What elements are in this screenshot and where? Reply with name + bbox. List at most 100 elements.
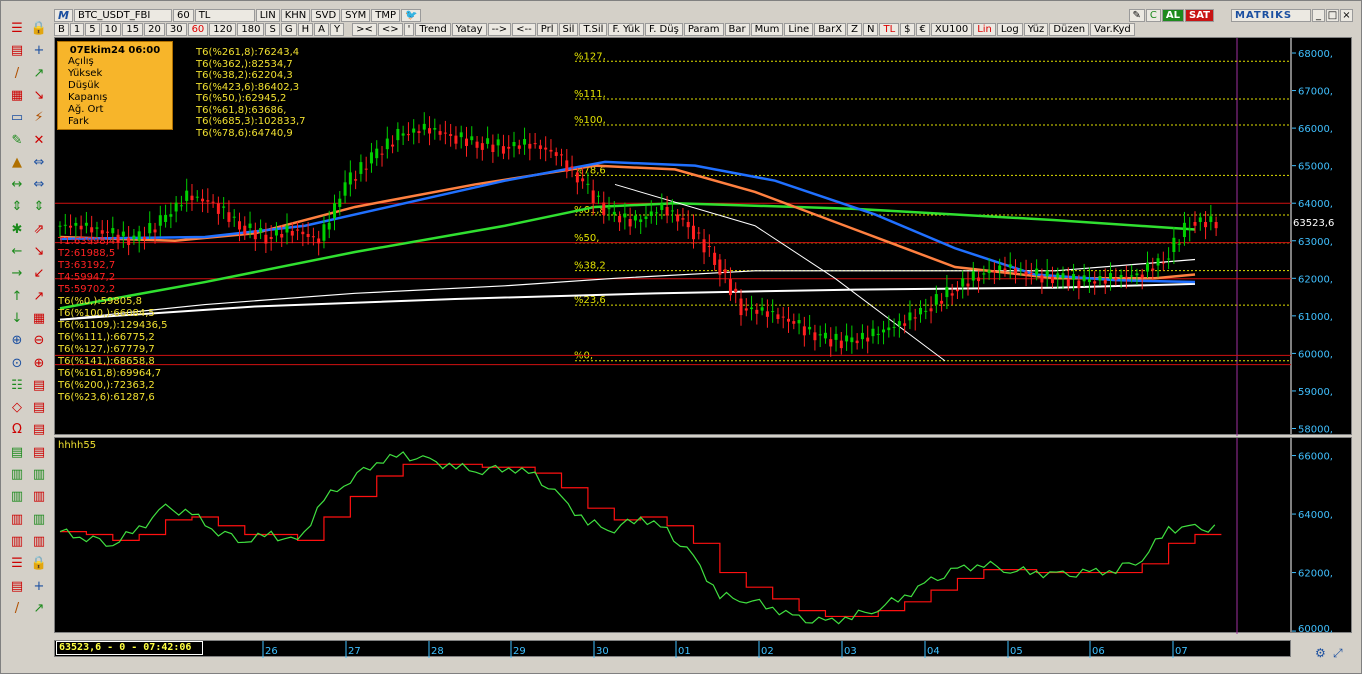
edit-icon[interactable]: ✎ xyxy=(1128,8,1145,22)
z-button[interactable]: Z xyxy=(847,23,862,36)
drawing-tool-icon[interactable]: ▥ xyxy=(8,511,26,529)
settings-icon[interactable]: ⚙ xyxy=(1315,646,1326,660)
fyuk-button[interactable]: F. Yük xyxy=(608,23,645,36)
drawing-tool-icon[interactable]: ✱ xyxy=(8,221,26,239)
tsil-button[interactable]: T.Sil xyxy=(579,23,608,36)
eur-button[interactable]: € xyxy=(915,23,930,36)
drawing-tool-icon[interactable]: ⇕ xyxy=(8,198,26,216)
drawing-tool-icon[interactable]: ↗ xyxy=(30,65,48,83)
symbol-field[interactable]: BTC_USDT_FBI xyxy=(73,8,172,22)
drawing-tool-icon[interactable]: ▤ xyxy=(8,578,26,596)
trend-button[interactable]: Trend xyxy=(415,23,451,36)
drawing-tool-icon[interactable]: ▥ xyxy=(30,511,48,529)
drawing-tool-icon[interactable]: ▤ xyxy=(30,444,48,462)
drawing-tool-icon[interactable]: ⊕ xyxy=(30,355,48,373)
drawing-tool-icon[interactable]: ✕ xyxy=(30,132,48,150)
drawing-tool-icon[interactable]: ⇔ xyxy=(30,176,48,194)
zoom-icon[interactable]: ⤢ xyxy=(1333,646,1343,661)
drawing-tool-icon[interactable]: / xyxy=(8,65,26,83)
drawing-tool-icon[interactable]: ↗ xyxy=(30,600,48,618)
drawing-tool-icon[interactable]: ▭ xyxy=(8,109,26,127)
drawing-tool-icon[interactable]: ◇ xyxy=(8,399,26,417)
svd-button[interactable]: SVD xyxy=(311,8,341,22)
usd-button[interactable]: $ xyxy=(900,23,915,36)
arrow-left-button[interactable]: <-- xyxy=(512,23,536,36)
drawing-tool-icon[interactable]: ▲ xyxy=(8,154,26,172)
period-B[interactable]: B xyxy=(54,23,69,36)
period-Y[interactable]: Y xyxy=(329,23,345,36)
drawing-tool-icon[interactable]: ▥ xyxy=(8,466,26,484)
drawing-tool-icon[interactable]: ▦ xyxy=(8,87,26,105)
drawing-tool-icon[interactable]: 🔒 xyxy=(30,20,48,38)
period-20[interactable]: 20 xyxy=(144,23,165,36)
arrow-right-button[interactable]: --> xyxy=(487,23,512,36)
drawing-tool-icon[interactable]: ▤ xyxy=(30,399,48,417)
period-A[interactable]: A xyxy=(314,23,329,36)
drawing-tool-icon[interactable]: Ω xyxy=(8,421,26,439)
drawing-tool-icon[interactable]: ⇔ xyxy=(30,154,48,172)
varkyd-button[interactable]: Var.Kyd xyxy=(1090,23,1135,36)
buy-button[interactable]: AL xyxy=(1161,8,1184,22)
period-H[interactable]: H xyxy=(297,23,314,36)
drawing-tool-icon[interactable]: ↘ xyxy=(30,87,48,105)
tmp-button[interactable]: TMP xyxy=(371,8,401,22)
duzen-button[interactable]: Düzen xyxy=(1049,23,1090,36)
lin-button[interactable]: LIN xyxy=(255,8,280,22)
drawing-tool-icon[interactable]: ▥ xyxy=(30,466,48,484)
period-60[interactable]: 60 xyxy=(187,23,209,36)
lin-scale-button[interactable]: Lin xyxy=(973,23,996,36)
period-180[interactable]: 180 xyxy=(237,23,265,36)
khn-button[interactable]: KHN xyxy=(280,8,311,22)
drawing-tool-icon[interactable]: + xyxy=(30,578,48,596)
period-10[interactable]: 10 xyxy=(100,23,122,36)
period-G[interactable]: G xyxy=(280,23,297,36)
drawing-tool-icon[interactable]: ☷ xyxy=(8,377,26,395)
zoom-out-button[interactable]: <> xyxy=(377,23,403,36)
drawing-tool-icon[interactable]: ↙ xyxy=(30,265,48,283)
sym-button[interactable]: SYM xyxy=(341,8,371,22)
drawing-tool-icon[interactable]: ↑ xyxy=(8,288,26,306)
minimize-icon[interactable]: _ xyxy=(1312,8,1325,22)
drawing-tool-icon[interactable]: ▥ xyxy=(30,488,48,506)
period-30[interactable]: 30 xyxy=(165,23,187,36)
currency-field[interactable]: TL xyxy=(194,8,255,22)
n-button[interactable]: N xyxy=(863,23,879,36)
drawing-tool-icon[interactable]: ▤ xyxy=(30,377,48,395)
drawing-tool-icon[interactable]: → xyxy=(8,265,26,283)
mum-button[interactable]: Mum xyxy=(750,23,784,36)
barx-button[interactable]: BarX xyxy=(814,23,847,36)
tl-button[interactable]: TL xyxy=(879,23,900,36)
maximize-icon[interactable]: □ xyxy=(1326,8,1339,22)
matriks-logo[interactable]: M xyxy=(54,8,73,22)
drawing-tool-icon[interactable]: ⇕ xyxy=(30,198,48,216)
drawing-tool-icon[interactable]: 🔒 xyxy=(30,555,48,573)
drawing-tool-icon[interactable]: ☰ xyxy=(8,20,26,38)
drawing-tool-icon[interactable]: ▤ xyxy=(8,444,26,462)
period-15[interactable]: 15 xyxy=(122,23,144,36)
drawing-tool-icon[interactable]: ☰ xyxy=(8,555,26,573)
indicator-chart[interactable] xyxy=(54,437,1291,634)
drawing-tool-icon[interactable]: ▤ xyxy=(30,421,48,439)
drawing-tool-icon[interactable]: ⇗ xyxy=(30,221,48,239)
drawing-tool-icon[interactable]: ⊕ xyxy=(8,332,26,350)
drawing-tool-icon[interactable]: ✎ xyxy=(8,132,26,150)
close-icon[interactable]: × xyxy=(1340,8,1353,22)
tick-button[interactable]: ' xyxy=(403,23,415,36)
period-S[interactable]: S xyxy=(265,23,280,36)
period-5[interactable]: 5 xyxy=(85,23,100,36)
drawing-tool-icon[interactable]: / xyxy=(8,600,26,618)
drawing-tool-icon[interactable]: ▥ xyxy=(30,533,48,551)
period-120[interactable]: 120 xyxy=(209,23,237,36)
drawing-tool-icon[interactable]: ↘ xyxy=(30,243,48,261)
drawing-tool-icon[interactable]: ▥ xyxy=(8,533,26,551)
drawing-tool-icon[interactable]: ▥ xyxy=(8,488,26,506)
log-scale-button[interactable]: Log xyxy=(996,23,1023,36)
drawing-tool-icon[interactable]: ▤ xyxy=(8,42,26,60)
drawing-tool-icon[interactable]: ⊖ xyxy=(30,332,48,350)
period-1[interactable]: 1 xyxy=(69,23,85,36)
twitter-icon[interactable]: 🐦 xyxy=(401,8,422,22)
period-field[interactable]: 60 xyxy=(172,8,194,22)
drawing-tool-icon[interactable]: ⊙ xyxy=(8,355,26,373)
drawing-tool-icon[interactable]: ↗ xyxy=(30,288,48,306)
yatay-button[interactable]: Yatay xyxy=(451,23,487,36)
